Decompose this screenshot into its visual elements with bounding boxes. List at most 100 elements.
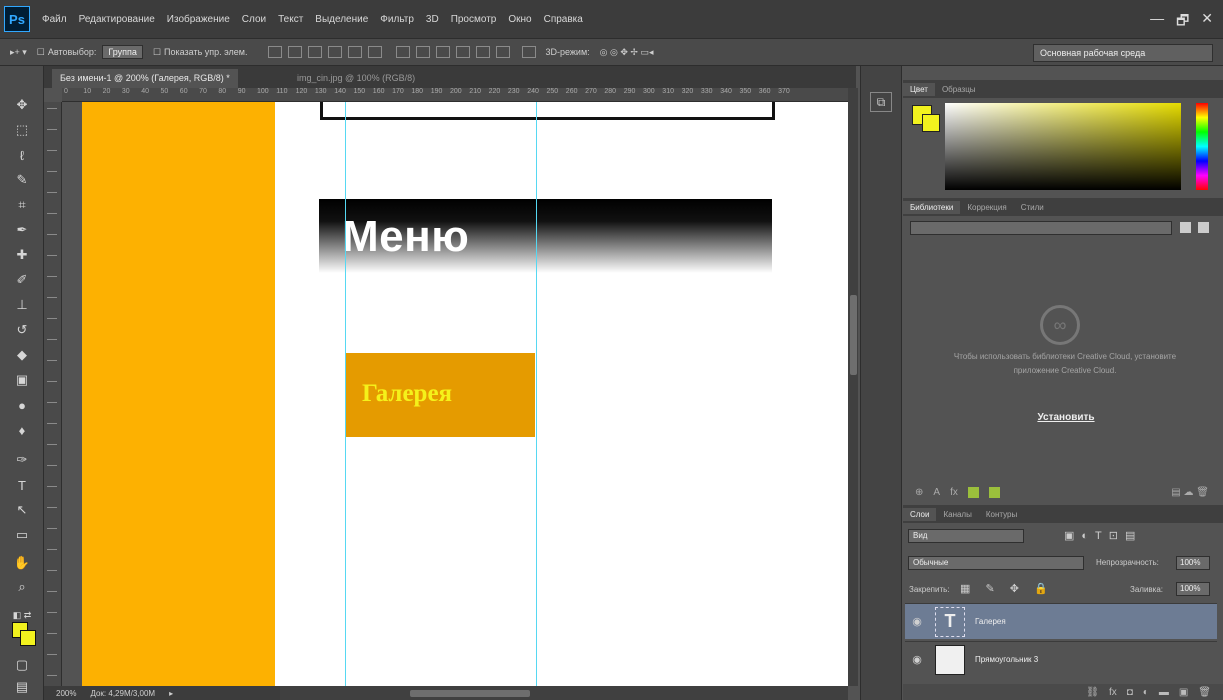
color-background-swatch[interactable] — [922, 114, 940, 132]
workspace-dropdown[interactable]: Основная рабочая среда — [1033, 44, 1213, 62]
gradient-icon[interactable]: ▣ — [12, 371, 32, 389]
restore-icon[interactable]: 🗗 — [1176, 10, 1189, 34]
layer-filter-icons[interactable]: ▣◐T⊡▤ — [1064, 529, 1142, 542]
menu-view[interactable]: Просмотр — [451, 14, 497, 25]
stamp-icon[interactable]: ⊥ — [12, 296, 32, 314]
tab-paths[interactable]: Контуры — [979, 508, 1024, 521]
marquee-icon[interactable]: ⬚ — [12, 121, 32, 139]
color-picker-field[interactable] — [945, 103, 1181, 190]
horizontal-scrollbar[interactable] — [280, 686, 848, 700]
auto-align-icon[interactable] — [521, 46, 536, 58]
eraser-icon[interactable]: ◆ — [12, 346, 32, 364]
add-layer-style-icon[interactable]: fx — [950, 487, 958, 498]
distribute-bottom-icon[interactable] — [435, 46, 450, 58]
show-controls-checkbox[interactable]: ☐ — [153, 47, 161, 58]
menu-image[interactable]: Изображение — [167, 14, 230, 25]
quick-select-icon[interactable]: ✎ — [12, 171, 32, 189]
align-top-icon[interactable] — [267, 46, 282, 58]
healing-icon[interactable]: ✚ — [12, 246, 32, 264]
brush-icon[interactable]: ✐ — [12, 271, 32, 289]
canvas-area[interactable]: Меню Галерея — [62, 102, 848, 686]
add-color-icon[interactable] — [967, 486, 979, 498]
move-tool-preset-icon[interactable]: ▸+ ▾ — [10, 47, 27, 58]
autoselect-dropdown[interactable]: Группа — [102, 45, 143, 59]
distribute-right-icon[interactable] — [495, 46, 510, 58]
align-middle-icon[interactable] — [287, 46, 302, 58]
zoom-icon[interactable]: ⌕ — [12, 578, 32, 596]
new-layer-icon[interactable]: ▣ — [1179, 687, 1188, 698]
grid-view-icon[interactable] — [1180, 222, 1191, 233]
vertical-scrollbar[interactable] — [848, 88, 858, 686]
crop-icon[interactable]: ⌗ — [12, 196, 32, 214]
tab-styles[interactable]: Стили — [1014, 201, 1051, 214]
menu-3d[interactable]: 3D — [426, 14, 439, 25]
guide-line[interactable] — [536, 102, 537, 686]
menu-help[interactable]: Справка — [544, 14, 583, 25]
link-layers-icon[interactable]: ⛓ — [1086, 687, 1099, 698]
vertical-scroll-thumb[interactable] — [850, 295, 857, 375]
move-icon[interactable]: ✥ — [12, 96, 32, 114]
menu-filter[interactable]: Фильтр — [380, 14, 414, 25]
horizontal-scroll-thumb[interactable] — [410, 690, 530, 697]
menu-layers[interactable]: Слои — [242, 14, 266, 25]
align-bottom-icon[interactable] — [307, 46, 322, 58]
3d-rotate-icon[interactable]: ◎ ◎ ✥ ✢ ▭◂ — [600, 47, 654, 58]
distribute-left-icon[interactable] — [455, 46, 470, 58]
pen-icon[interactable]: ✑ — [12, 451, 32, 469]
align-right-icon[interactable] — [367, 46, 382, 58]
tab-layers[interactable]: Слои — [903, 507, 937, 521]
zoom-level[interactable]: 200% — [56, 689, 76, 698]
close-icon[interactable]: ✕ — [1201, 10, 1213, 34]
opacity-input[interactable]: 100% — [1176, 556, 1210, 570]
menu-window[interactable]: Окно — [508, 14, 531, 25]
visibility-eye-icon[interactable]: ◉ — [905, 653, 929, 666]
menu-file[interactable]: Файл — [42, 14, 67, 25]
document-canvas[interactable]: Меню Галерея — [82, 102, 848, 686]
tab-channels[interactable]: Каналы — [936, 508, 978, 521]
guide-line[interactable] — [345, 102, 346, 686]
path-select-icon[interactable]: ↖ — [12, 501, 32, 519]
tab-adjustments[interactable]: Коррекция — [960, 201, 1013, 214]
hue-slider[interactable] — [1196, 103, 1208, 190]
rectangle-icon[interactable]: ▭ — [12, 526, 32, 544]
history-brush-icon[interactable]: ↺ — [12, 321, 32, 339]
menu-select[interactable]: Выделение — [315, 14, 368, 25]
lasso-icon[interactable]: ℓ — [12, 146, 32, 164]
distribute-center-icon[interactable] — [475, 46, 490, 58]
adjustment-layer-icon[interactable]: ◐ — [1143, 687, 1149, 698]
tab-color[interactable]: Цвет — [903, 82, 935, 96]
layer-row-rectangle[interactable]: ◉ Прямоугольник 3 — [905, 641, 1217, 677]
swatches-panel-icon[interactable]: ⧉ — [870, 92, 892, 112]
layer-kind-filter[interactable]: Вид — [908, 529, 1024, 543]
tab-document-2[interactable]: img_cin.jpg @ 100% (RGB/8) — [289, 69, 423, 88]
tab-libraries[interactable]: Библиотеки — [903, 200, 961, 214]
delete-layer-icon[interactable]: 🗑 — [1198, 687, 1211, 698]
layer-row-gallery[interactable]: ◉ T Галерея — [905, 603, 1217, 639]
blur-icon[interactable]: ● — [12, 396, 32, 414]
distribute-top-icon[interactable] — [395, 46, 410, 58]
lock-icons[interactable]: ▦ ✎ ✥ 🔒 — [960, 582, 1054, 595]
dodge-icon[interactable]: ♦ — [12, 421, 32, 439]
fill-input[interactable]: 100% — [1176, 582, 1210, 596]
autoselect-checkbox[interactable]: ☐ — [37, 47, 45, 58]
tab-swatches[interactable]: Образцы — [935, 83, 983, 96]
add-text-style-icon[interactable]: A — [933, 487, 940, 498]
align-left-icon[interactable] — [327, 46, 342, 58]
visibility-eye-icon[interactable]: ◉ — [905, 615, 929, 628]
add-graphic-icon[interactable]: ⊕ — [915, 487, 923, 498]
layer-name[interactable]: Прямоугольник 3 — [975, 655, 1038, 664]
background-color-swatch[interactable] — [20, 630, 36, 646]
library-menu-icon[interactable]: ▤ ☁ 🗑 — [1171, 487, 1209, 498]
screen-mode-icon[interactable]: ▤ — [12, 678, 32, 696]
list-view-icon[interactable] — [1198, 222, 1209, 233]
menu-type[interactable]: Текст — [278, 14, 303, 25]
add-fill-icon[interactable] — [988, 486, 1000, 498]
status-arrow-icon[interactable]: ▸ — [169, 689, 173, 698]
install-link[interactable]: Установить — [1010, 412, 1122, 423]
new-group-icon[interactable]: ▬ — [1159, 687, 1169, 698]
blend-mode-dropdown[interactable]: Обычные — [908, 556, 1084, 570]
minimize-icon[interactable]: — — [1150, 10, 1164, 34]
quick-mask-icon[interactable]: ▢ — [12, 656, 32, 674]
tab-document-1[interactable]: Без имени-1 @ 200% (Галерея, RGB/8) * — [52, 69, 238, 88]
add-mask-icon[interactable]: ◘ — [1127, 687, 1133, 698]
